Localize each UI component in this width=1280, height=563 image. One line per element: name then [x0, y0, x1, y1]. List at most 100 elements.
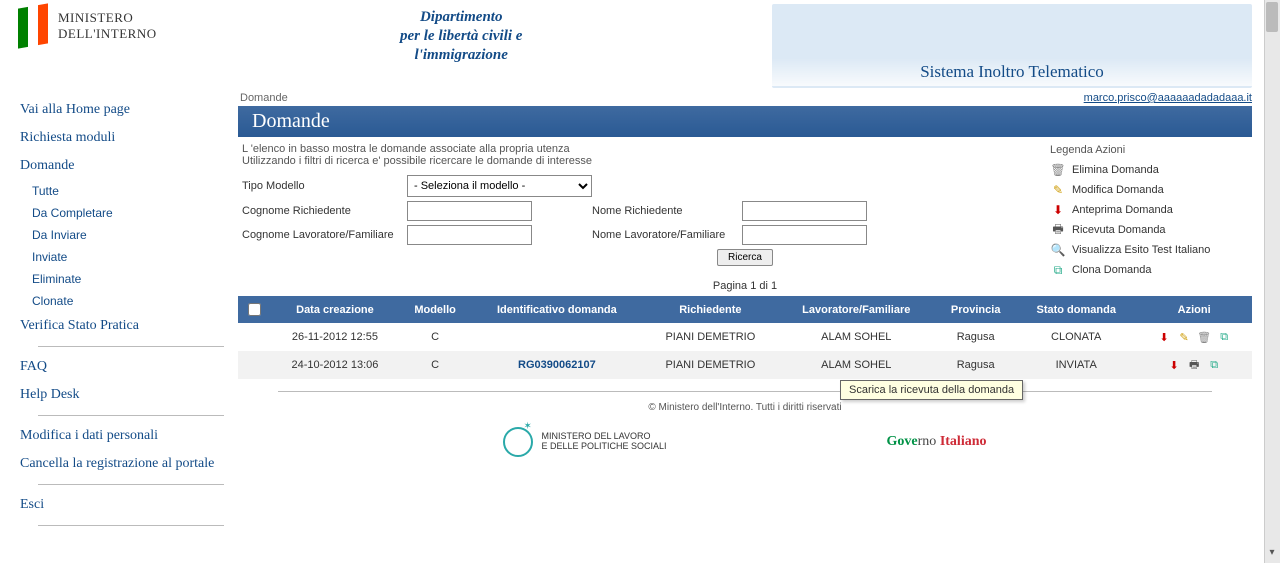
nav-domande-tutte[interactable]: Tutte	[16, 180, 230, 202]
ministero-logo-block: MINISTERO DELL'INTERNO	[18, 6, 157, 46]
select-tipo-modello[interactable]: - Seleziona il modello -	[407, 175, 592, 197]
cell-modello: C	[400, 351, 470, 379]
action-ricevuta-icon[interactable]: 🖶	[1186, 357, 1202, 373]
ministero-line1: MINISTERO	[58, 10, 157, 26]
input-nome-lavoratore[interactable]	[742, 225, 867, 245]
gov-part2: rno	[918, 434, 940, 449]
th-provincia[interactable]: Provincia	[935, 296, 1016, 323]
action-anteprima-icon[interactable]: ⬇	[1166, 357, 1182, 373]
label-nome-lavoratore: Nome Lavoratore/Familiare	[592, 229, 742, 241]
th-modello[interactable]: Modello	[400, 296, 470, 323]
nav-domande[interactable]: Domande	[16, 152, 230, 180]
domande-table: Data creazione Modello Identificativo do…	[238, 296, 1252, 379]
nav-domande-da-completare[interactable]: Da Completare	[16, 202, 230, 224]
label-cognome-richiedente: Cognome Richiedente	[242, 205, 407, 217]
table-row: 26-11-2012 12:55 C PIANI DEMETRIO ALAM S…	[238, 323, 1252, 351]
action-elimina-icon[interactable]: 🗑	[1196, 329, 1212, 345]
legend-azioni: Legenda Azioni 🗑 Elimina Domanda ✎ Modific…	[1050, 144, 1250, 280]
trash-icon: 🗑	[1050, 162, 1066, 178]
gov-part3: Italiano	[940, 434, 987, 449]
legend-elimina: Elimina Domanda	[1072, 164, 1159, 176]
label-tipo-modello: Tipo Modello	[242, 180, 407, 192]
cell-modello: C	[400, 323, 470, 351]
vertical-scrollbar[interactable]: ▾	[1264, 0, 1280, 563]
th-lavoratore[interactable]: Lavoratore/Familiare	[777, 296, 935, 323]
nav-esci[interactable]: Esci	[16, 491, 230, 519]
cell-stato: CLONATA	[1016, 323, 1136, 351]
clone-icon: ⧉	[1050, 262, 1066, 278]
cell-richiedente: PIANI DEMETRIO	[643, 351, 777, 379]
nav-richiesta-moduli[interactable]: Richiesta moduli	[16, 124, 230, 152]
nav-domande-eliminate[interactable]: Eliminate	[16, 268, 230, 290]
cell-richiedente: PIANI DEMETRIO	[643, 323, 777, 351]
europe-map-banner: Sistema Inoltro Telematico	[772, 4, 1252, 88]
legend-modifica: Modifica Domanda	[1072, 184, 1164, 196]
sidebar-divider	[38, 484, 224, 485]
th-richiedente[interactable]: Richiedente	[643, 296, 777, 323]
nav-modifica-dati[interactable]: Modifica i dati personali	[16, 422, 230, 450]
input-nome-richiedente[interactable]	[742, 201, 867, 221]
action-modifica-icon[interactable]: ✎	[1176, 329, 1192, 345]
action-anteprima-icon[interactable]: ⬇	[1156, 329, 1172, 345]
dept-line2: per le libertà civili e	[400, 27, 522, 46]
ricerca-button[interactable]: Ricerca	[717, 249, 773, 266]
th-identificativo[interactable]: Identificativo domanda	[470, 296, 643, 323]
footer: © Ministero dell'Interno. Tutti i diritt…	[238, 391, 1252, 457]
cell-provincia: Ragusa	[935, 323, 1016, 351]
th-data-creazione[interactable]: Data creazione	[270, 296, 400, 323]
user-email-link[interactable]: marco.prisco@aaaaaadadadaaa.it	[1084, 92, 1252, 104]
select-all-checkbox[interactable]	[248, 303, 261, 316]
label-nome-richiedente: Nome Richiedente	[592, 205, 742, 217]
cell-ident-link[interactable]: RG0390062107	[518, 359, 596, 371]
content-area: Domande marco.prisco@aaaaaadadadaaa.it D…	[230, 90, 1260, 532]
th-azioni: Azioni	[1136, 296, 1252, 323]
input-cognome-richiedente[interactable]	[407, 201, 532, 221]
footer-copyright: © Ministero dell'Interno. Tutti i diritt…	[238, 402, 1252, 413]
cell-data: 24-10-2012 13:06	[270, 351, 400, 379]
action-clona-icon[interactable]: ⧉	[1216, 329, 1232, 345]
nav-faq[interactable]: FAQ	[16, 353, 230, 381]
lavoro-line2: E DELLE POLITICHE SOCIALI	[541, 442, 666, 452]
nav-domande-da-inviare[interactable]: Da Inviare	[16, 224, 230, 246]
sidebar: Vai alla Home page Richiesta moduli Doma…	[0, 90, 230, 532]
legend-clona: Clona Domanda	[1072, 264, 1152, 276]
legend-ricevuta: Ricevuta Domanda	[1072, 224, 1166, 236]
nav-home[interactable]: Vai alla Home page	[16, 96, 230, 124]
cell-lavoratore: ALAM SOHEL	[777, 323, 935, 351]
ministero-text: MINISTERO DELL'INTERNO	[58, 10, 157, 41]
italy-flag-icon	[18, 3, 48, 48]
receipt-icon: 🖶	[1050, 222, 1066, 238]
sidebar-divider	[38, 415, 224, 416]
swirl-icon	[503, 427, 533, 457]
sidebar-divider	[38, 346, 224, 347]
th-stato[interactable]: Stato domanda	[1016, 296, 1136, 323]
sidebar-divider	[38, 525, 224, 526]
cell-lavoratore: ALAM SOHEL	[777, 351, 935, 379]
system-title: Sistema Inoltro Telematico	[772, 58, 1252, 86]
action-clona-icon[interactable]: ⧉	[1206, 357, 1222, 373]
page-title: Domande	[238, 106, 1252, 137]
cell-data: 26-11-2012 12:55	[270, 323, 400, 351]
nav-cancella-registrazione[interactable]: Cancella la registrazione al portale	[16, 450, 230, 478]
legend-title: Legenda Azioni	[1050, 144, 1250, 156]
table-row: 24-10-2012 13:06 C RG0390062107 PIANI DE…	[238, 351, 1252, 379]
nav-helpdesk[interactable]: Help Desk	[16, 381, 230, 409]
nav-domande-clonate[interactable]: Clonate	[16, 290, 230, 312]
table-header-row: Data creazione Modello Identificativo do…	[238, 296, 1252, 323]
pencil-icon: ✎	[1050, 182, 1066, 198]
test-result-icon: 🔍	[1050, 242, 1066, 258]
header: MINISTERO DELL'INTERNO Dipartimento per …	[0, 0, 1260, 90]
scrollbar-thumb[interactable]	[1266, 2, 1278, 32]
nav-domande-inviate[interactable]: Inviate	[16, 246, 230, 268]
input-cognome-lavoratore[interactable]	[407, 225, 532, 245]
legend-esito: Visualizza Esito Test Italiano	[1072, 244, 1210, 256]
dept-line1: Dipartimento	[400, 8, 522, 27]
cell-provincia: Ragusa	[935, 351, 1016, 379]
nav-verifica-stato[interactable]: Verifica Stato Pratica	[16, 312, 230, 340]
scrollbar-down-arrow-icon[interactable]: ▾	[1266, 547, 1278, 561]
legend-anteprima: Anteprima Domanda	[1072, 204, 1173, 216]
cell-stato: INVIATA	[1016, 351, 1136, 379]
pdf-icon: ⬇	[1050, 202, 1066, 218]
dept-line3: l'immigrazione	[400, 46, 522, 65]
footer-logo-governo: Governo Italiano	[887, 434, 987, 450]
